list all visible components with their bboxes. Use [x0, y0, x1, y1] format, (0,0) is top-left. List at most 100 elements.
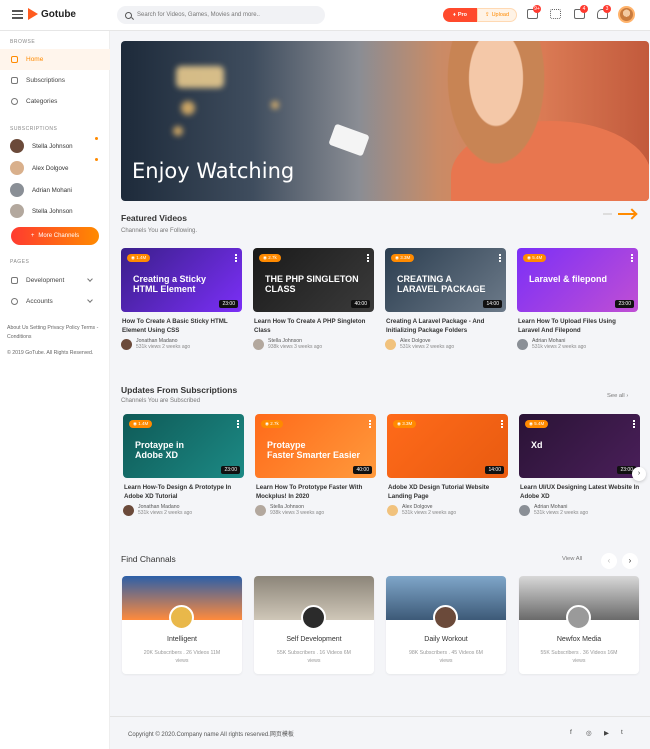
featured-title: Featured Videos [121, 213, 187, 223]
search-input[interactable]: Search for Videos, Games, Movies and mor… [117, 6, 325, 24]
video-title[interactable]: Learn How To Prototype Faster With Mockp… [255, 483, 377, 501]
more-options-icon[interactable] [499, 254, 501, 262]
video-card[interactable]: ◉ 2.7k THE PHP SINGLETON CLASS 40:00 Learn … [253, 248, 375, 350]
prev-arrow-icon[interactable] [603, 213, 612, 215]
video-meta: Alex Dolgove 531k views 2 weeks ago [385, 338, 507, 350]
video-thumbnail[interactable]: ◉ 1.4M Creating a Sticky HTML Element 23:0… [121, 248, 242, 312]
video-thumbnail[interactable]: ◉ 5.4M Laravel & filepond 23:00 [517, 248, 638, 312]
video-card[interactable]: ◉ 5.4M Laravel & filepond 23:00 Learn How T… [517, 248, 639, 350]
avatar[interactable] [519, 504, 530, 516]
channel-avatar[interactable] [433, 605, 458, 630]
view-all-link[interactable]: View All [562, 556, 582, 562]
video-thumbnail[interactable]: ◉ 2.7k THE PHP SINGLETON CLASS 40:00 [253, 248, 374, 312]
pro-button[interactable]: ♦ Pro [443, 8, 477, 22]
avatar[interactable] [517, 338, 528, 350]
hero-banner[interactable]: Enjoy Watching [121, 41, 649, 201]
more-options-icon[interactable] [235, 254, 237, 262]
video-card[interactable]: ◉ 3.3M CREATING A LARAVEL PACKAGE 14:00 Cre… [385, 248, 507, 350]
video-card[interactable]: ◉ 1.4M Protaypе in Adobe XD 23:00 Learn How… [123, 414, 245, 516]
next-button[interactable]: › [622, 553, 638, 569]
badge: 4 [580, 5, 588, 13]
more-options-icon[interactable] [367, 254, 369, 262]
video-thumbnail[interactable]: ◉ 2.7k Protaype Faster Smarter Easier 40:0… [255, 414, 376, 478]
more-options-icon[interactable] [237, 420, 239, 428]
subscription-item[interactable]: Adrian Mohani [10, 183, 72, 197]
bokeh-light [271, 101, 279, 109]
avatar[interactable] [387, 504, 398, 516]
logo[interactable]: Gotube [28, 8, 76, 20]
video-duration: 14:00 [485, 466, 504, 474]
video-meta-text: Alex Dolgove 531k views 2 weeks ago [400, 338, 454, 350]
prev-button[interactable]: ‹ [601, 553, 617, 569]
avatar[interactable] [385, 338, 396, 350]
channel-avatar[interactable] [566, 605, 591, 630]
video-title[interactable]: Creating A Laravel Package - And Initial… [385, 317, 507, 335]
avatar[interactable] [255, 504, 266, 516]
channel-name[interactable]: Intelligent [122, 636, 242, 643]
channel-name[interactable]: Daily Workout [386, 636, 506, 643]
sidebar-item-categories[interactable]: Categories [0, 91, 110, 112]
channel-avatar[interactable] [169, 605, 194, 630]
sidebar-item-accounts[interactable]: Accounts [0, 291, 110, 312]
instagram-icon[interactable]: ◎ [586, 729, 592, 737]
video-title[interactable]: Learn How To Create A PHP Singleton Clas… [253, 317, 375, 335]
home-icon [11, 56, 18, 63]
user-avatar[interactable] [618, 6, 635, 23]
more-options-icon[interactable] [369, 420, 371, 428]
video-meta: Alex Dolgove 531k views 2 weeks ago [387, 504, 509, 516]
video-thumbnail[interactable]: ◉ 3.3M CREATING A LARAVEL PACKAGE 14:00 [385, 248, 506, 312]
video-title[interactable]: How To Create A Basic Sticky HTML Elemen… [121, 317, 243, 335]
next-button[interactable]: › [632, 467, 646, 481]
more-options-icon[interactable] [633, 420, 635, 428]
plus-icon: + [30, 233, 35, 239]
sidebar-item-home[interactable]: Home [0, 49, 110, 70]
video-title[interactable]: Learn How-To Design & Prototype In Adobe… [123, 483, 245, 501]
subscription-item[interactable]: Stella Johnson [10, 139, 73, 153]
channel-card[interactable]: Newfox Media 55K Subscribers . 36 Videos … [519, 576, 639, 674]
channel-card[interactable]: Self Development 55K Subscribers . 16 Vid… [254, 576, 374, 674]
channel-avatar[interactable] [301, 605, 326, 630]
subscription-item[interactable]: Stella Johnson [10, 204, 73, 218]
video-card[interactable]: ◉ 5.4M Xd 23:00 Learn UI/UX Designing Lates… [519, 414, 641, 516]
video-card[interactable]: ◉ 2.7k Protaype Faster Smarter Easier 40:0… [255, 414, 377, 516]
video-thumbnail[interactable]: ◉ 1.4M Protaypе in Adobe XD 23:00 [123, 414, 244, 478]
sidebar-item-development[interactable]: Development [0, 270, 110, 291]
video-stats: 938k views 3 weeks ago [268, 344, 323, 350]
video-card[interactable]: ◉ 1.4M Creating a Sticky HTML Element 23:0… [121, 248, 243, 350]
upload-button[interactable]: ⇪ Upload [477, 8, 517, 22]
sidebar-item-subscriptions[interactable]: Subscriptions [0, 70, 110, 91]
video-thumbnail[interactable]: ◉ 3.3M 14:00 [387, 414, 508, 478]
channel-name[interactable]: Self Development [254, 636, 374, 643]
avatar[interactable] [123, 504, 134, 516]
channel-card[interactable]: Intelligent 20K Subscribers . 26 Videos 1… [122, 576, 242, 674]
video-title[interactable]: Adobe XD Design Tutorial Website Landing… [387, 483, 509, 501]
video-thumbnail[interactable]: ◉ 5.4M Xd 23:00 [519, 414, 640, 478]
bokeh-light [176, 66, 224, 88]
more-options-icon[interactable] [501, 420, 503, 428]
channel-card[interactable]: Daily Workout 98K Subscribers . 45 Videos… [386, 576, 506, 674]
avatar[interactable] [253, 338, 264, 350]
views-badge-value: 1.4M [138, 421, 149, 426]
subscription-item[interactable]: Alex Dolgove [10, 161, 68, 175]
avatar[interactable] [121, 338, 132, 350]
more-channels-button[interactable]: + More Channels [11, 227, 99, 245]
thumbnail-text: Protaypе in Adobe XD [135, 440, 185, 460]
apps-grid-icon[interactable] [550, 9, 561, 19]
facebook-icon[interactable]: f [570, 729, 572, 736]
more-options-icon[interactable] [631, 254, 633, 262]
sidebar-footer-links[interactable]: About Us Setting Privacy Policy Terms - … [7, 324, 107, 342]
thumbnail-text: Laravel & filepond [529, 274, 608, 284]
channel-name[interactable]: Newfox Media [519, 636, 639, 643]
upload-label: Upload [491, 12, 510, 18]
video-card[interactable]: ◉ 3.3M 14:00 Adobe XD Design Tutorial Webs… [387, 414, 509, 516]
video-title[interactable]: Learn How To Upload Files Using Laravel … [517, 317, 639, 335]
menu-icon[interactable] [12, 10, 23, 19]
video-duration: 40:00 [353, 466, 372, 474]
youtube-icon[interactable]: ▶ [604, 729, 609, 737]
see-all-link[interactable]: See all › [607, 393, 628, 399]
video-meta-text: Stella Johnson 938k views 3 weeks ago [270, 504, 324, 516]
next-arrow-icon[interactable] [618, 213, 636, 215]
video-title[interactable]: Learn UI/UX Designing Latest Website In … [519, 483, 641, 501]
badge: 3 [603, 5, 611, 13]
twitter-icon[interactable]: t [621, 729, 623, 736]
